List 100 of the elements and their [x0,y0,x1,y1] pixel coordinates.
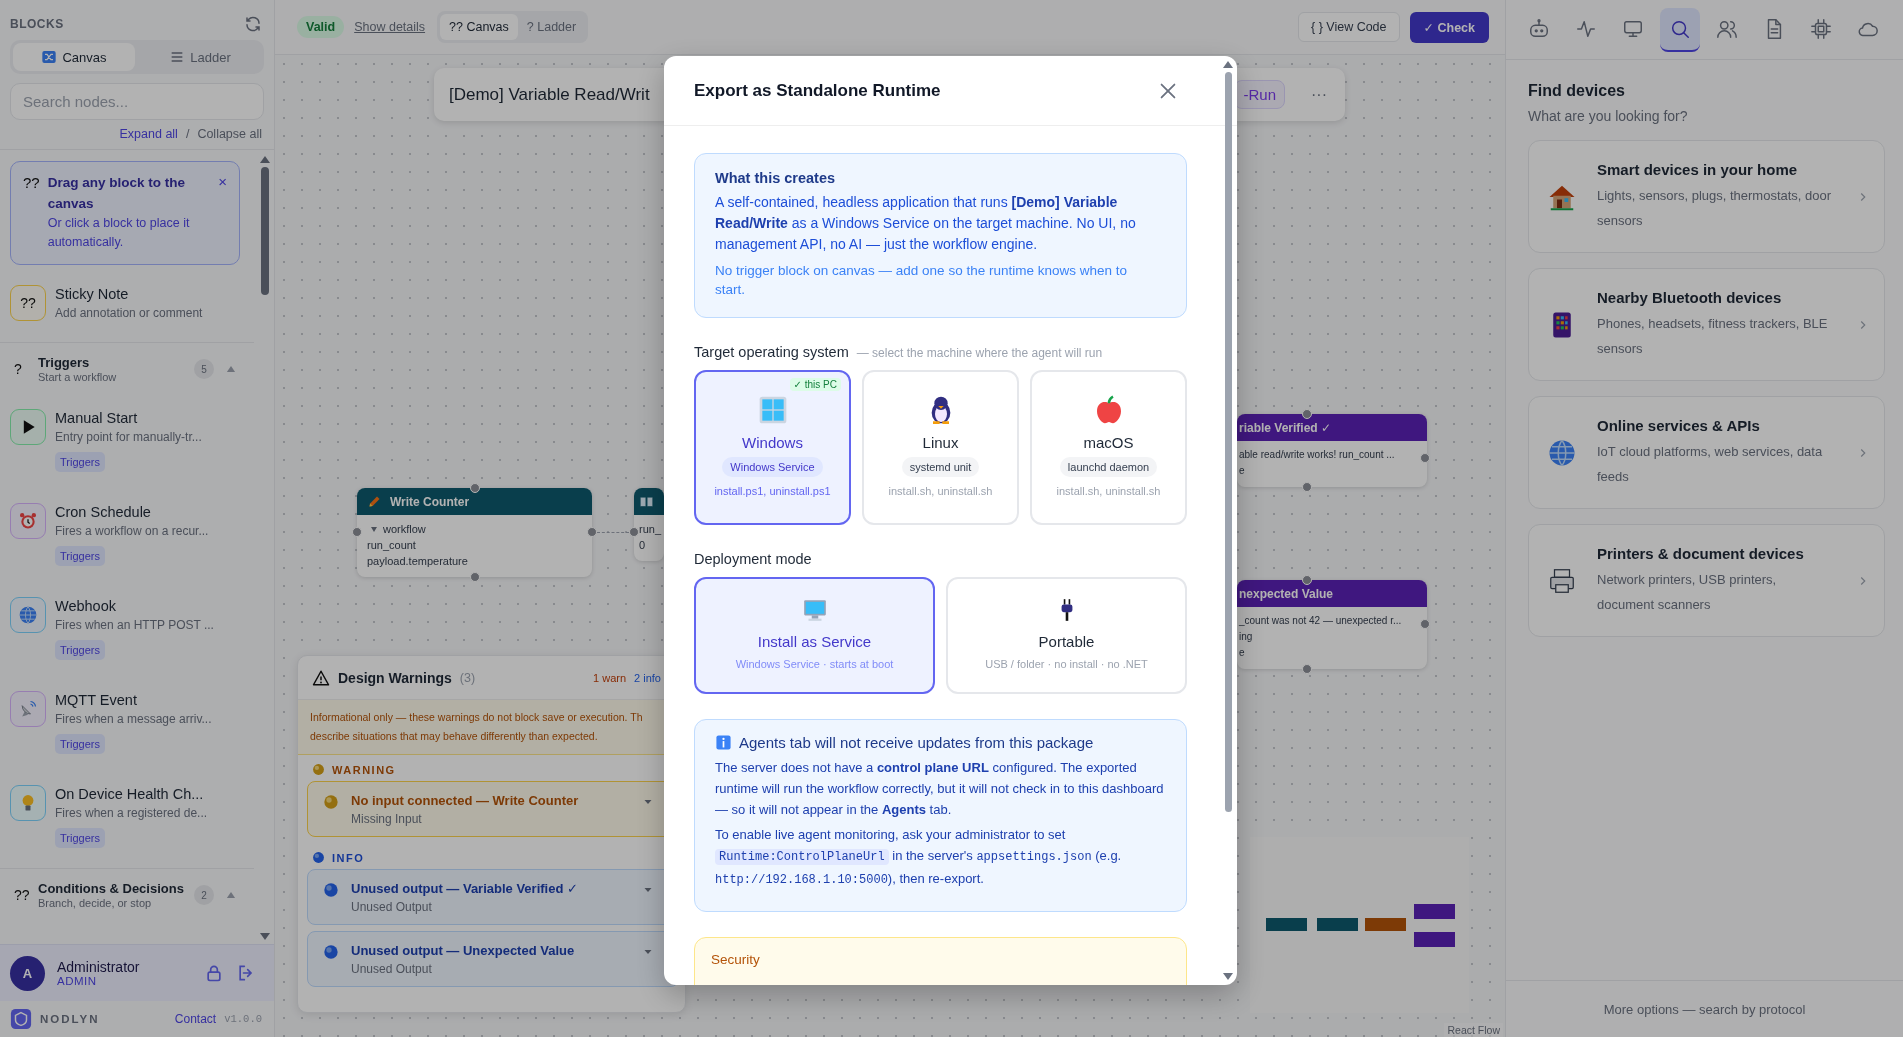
group-subtitle: Branch, decide, or stop [38,897,153,909]
dot-icon [323,882,339,898]
dot-icon [323,944,339,960]
node-title: nexpected Value [1239,586,1334,601]
group-glyph: ?? [14,887,28,903]
section-label: WARNING [332,763,396,776]
notice-title: Agents tab will not receive updates from this package [739,734,1094,751]
brand-name: NODLYN [40,1013,101,1025]
notice-text: To enable live agent monitoring, ask your administrator to set Runtime:ControlPlaneUrl in the server's appsettings.json (e.g. http://192.168.1.10:5000), then re-export. [715,826,1123,889]
node-title: Write Counter [390,494,470,509]
block-description: Fires a workflow on a recur... [55,523,209,540]
connection-handle[interactable] [1420,619,1430,629]
connection-handle[interactable] [629,527,639,537]
block-description: Fires when a message arriv... [55,711,212,728]
expand-all-link[interactable]: Expand all [119,127,178,141]
script-files: install.ps1, uninstall.ps1 [714,485,831,497]
avatar[interactable]: A [10,955,45,991]
panel-title: BLOCKS [10,17,64,31]
collapse-all-link[interactable]: Collapse all [197,127,262,141]
device-category-card[interactable]: Online services & APIs IoT cloud platforms, web services, data feeds [1528,396,1885,509]
more-button[interactable]: ··· [1305,85,1333,104]
mode-detail: Windows Service · starts at boot [735,658,894,670]
book-icon [639,494,654,509]
light-bulb-icon [10,785,46,821]
block-description: Fires when a registered de... [55,805,208,822]
os-name: macOS [1083,434,1134,451]
node-field: run_count [367,537,416,553]
connection-handle[interactable] [1302,482,1312,492]
scrollbar[interactable] [1222,61,1234,980]
block-description: Add annotation or comment [55,305,203,322]
connection-handle[interactable] [1420,453,1430,463]
node-field: _count was not 42 — unexpected r... [1239,613,1402,629]
warning-type: Unused Output [351,961,433,978]
search-tab[interactable] [1660,7,1700,52]
refresh-icon[interactable] [244,15,262,33]
view-tab[interactable]: Canvas [13,43,135,71]
search-field[interactable]: Search nodes... [10,83,264,120]
more-options-link[interactable]: More options — search by protocol [1506,980,1903,1037]
separator: / [185,127,190,141]
section-label: INFO [332,851,365,864]
logo-icon [10,1008,32,1030]
connection-handle[interactable] [1302,409,1312,419]
section-title: Target operating system [694,344,849,360]
run-button[interactable]: -Run [1234,80,1285,109]
script-files: install.sh, uninstall.sh [888,485,993,497]
connection-handle[interactable] [469,483,480,493]
block-title: Sticky Note [55,285,129,304]
flow-node[interactable]: Write Counter workflow run_count payload.temperature [357,488,592,577]
count-badge: 5 [194,359,214,379]
view-tab[interactable]: ?? Canvas [440,14,518,40]
globe-icon [10,597,46,633]
pencil-icon [367,494,382,509]
view-tab[interactable]: ? Ladder [517,14,586,40]
flow-node[interactable]: run_ 0 [634,488,664,561]
flow-node[interactable]: nexpected Value _count was not 42 — unexpected r... ing e [1237,580,1427,669]
close-button[interactable]: × [218,172,227,190]
mode-option-card[interactable]: Portable USB / folder · no install · no .NET [946,577,1187,694]
node-field: 0 [639,537,646,553]
block-title: MQTT Event [55,691,137,710]
device-category-card[interactable]: Nearby Bluetooth devices Phones, headsets, fitness trackers, BLE sensors [1528,268,1885,381]
user-name: Administrator [57,959,141,975]
node-title: riable Verified ✓ [1239,420,1332,435]
group-subtitle: Start a workflow [38,371,118,383]
alarm-clock-icon [10,503,46,539]
category-tag: Triggers [55,734,105,754]
os-name: Linux [922,434,959,451]
node-field: e [1239,463,1245,479]
device-category-card[interactable]: Smart devices in your home Lights, sensors, plugs, thermostats, door sensors [1528,140,1885,253]
flow-node[interactable]: riable Verified ✓ able read/write works! run_count ... e [1237,414,1427,487]
check-button[interactable]: ✓ Check [1409,11,1489,43]
chip-icon [1810,17,1832,40]
lock-icon[interactable] [204,963,224,983]
device-category-card[interactable]: Printers & document devices Network printers, USB printers, document scanners [1528,524,1885,637]
version-label: v1.0.0 [224,1013,262,1025]
connection-handle[interactable] [587,527,597,537]
category-description: Lights, sensors, plugs, thermostats, door sensors [1597,186,1833,230]
category-tag: Triggers [55,640,105,660]
count-label: (3) [459,670,476,685]
category-title: Printers & document devices [1597,544,1805,562]
node-field: ing [1239,629,1253,645]
dot-icon [323,794,339,810]
os-option-card[interactable]: ✓ this PC Windows Windows Service install.ps1, uninstall.ps1 [694,370,851,525]
contact-link[interactable]: Contact [174,1012,217,1026]
os-option-card[interactable]: Linux systemd unit install.sh, uninstall.sh [862,370,1019,525]
count-badge: 2 [194,885,214,905]
warning-type: Missing Input [351,811,423,828]
connection-handle[interactable] [1302,664,1312,674]
service-type-tag: Windows Service [722,457,823,477]
caret-icon[interactable] [371,526,377,532]
os-option-card[interactable]: macOS launchd daemon install.sh, uninstall.sh [1030,370,1187,525]
connection-handle[interactable] [1302,575,1312,585]
connection-handle[interactable] [469,572,480,582]
connection-handle[interactable] [352,527,362,537]
service-type-tag: launchd daemon [1059,457,1158,477]
mode-option-card[interactable]: Install as Service Windows Service · starts at boot [694,577,935,694]
mode-name: Install as Service [757,633,872,650]
details-link[interactable]: Show details [354,20,426,34]
category-title: Online services & APIs [1597,416,1761,434]
block-title: Cron Schedule [55,503,151,522]
view-code-button[interactable]: { } View Code [1298,12,1400,42]
